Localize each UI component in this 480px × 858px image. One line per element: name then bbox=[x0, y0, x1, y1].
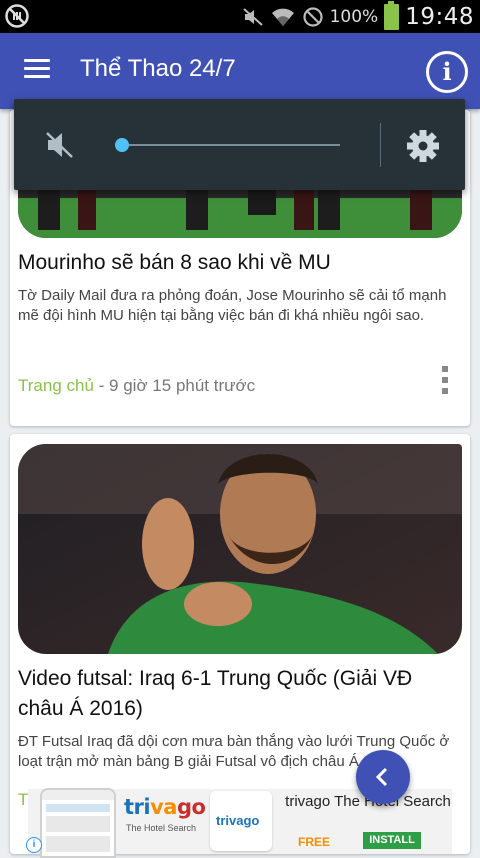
article-title[interactable]: Mourinho sẽ bán 8 sao khi về MU bbox=[18, 248, 462, 278]
article-title[interactable]: Video futsal: Iraq 6-1 Trung Quốc (Giải … bbox=[18, 664, 462, 724]
article-meta: Trang chủ - 9 giờ 15 phút trước bbox=[18, 376, 255, 396]
gear-icon[interactable] bbox=[406, 129, 440, 163]
article-source[interactable]: T bbox=[18, 790, 28, 810]
clock: 19:48 bbox=[405, 3, 474, 30]
back-fab-button[interactable] bbox=[356, 750, 410, 804]
more-options-icon[interactable] bbox=[442, 366, 448, 396]
ad-brand: trivago bbox=[124, 795, 206, 819]
mute-icon bbox=[242, 7, 263, 26]
ad-info-icon[interactable]: i bbox=[26, 837, 42, 853]
ad-install-button[interactable]: INSTALL bbox=[363, 832, 421, 849]
divider bbox=[380, 123, 381, 167]
article-time: - 9 giờ 15 phút trước bbox=[93, 376, 256, 395]
ad-app-logo: trivago bbox=[210, 791, 272, 851]
status-bar: 100% 19:48 bbox=[0, 0, 480, 33]
menu-icon[interactable] bbox=[24, 59, 50, 79]
battery-percent: 100% bbox=[329, 6, 379, 27]
ad-price: FREE bbox=[298, 835, 331, 849]
no-signal-icon bbox=[302, 6, 323, 27]
battery-icon bbox=[384, 0, 400, 30]
volume-slider-thumb[interactable] bbox=[115, 138, 129, 152]
volume-slider-track[interactable] bbox=[122, 144, 340, 146]
article-source[interactable]: Trang chủ bbox=[18, 376, 94, 395]
ad-brand-subtitle: The Hotel Search bbox=[126, 823, 197, 833]
volume-muted-icon[interactable] bbox=[44, 130, 76, 160]
ad-phone-image bbox=[40, 788, 116, 858]
app-title: Thể Thao 24/7 bbox=[80, 55, 236, 82]
volume-panel bbox=[14, 99, 465, 190]
sync-disabled-icon bbox=[5, 4, 29, 28]
article-description: Tờ Daily Mail đưa ra phỏng đoán, Jose Mo… bbox=[18, 287, 447, 324]
app-bar: Thể Thao 24/7 i bbox=[0, 33, 480, 109]
info-icon[interactable]: i bbox=[426, 51, 468, 93]
article-image bbox=[18, 444, 462, 654]
wifi-icon bbox=[271, 8, 294, 26]
chevron-left-icon bbox=[375, 767, 388, 787]
